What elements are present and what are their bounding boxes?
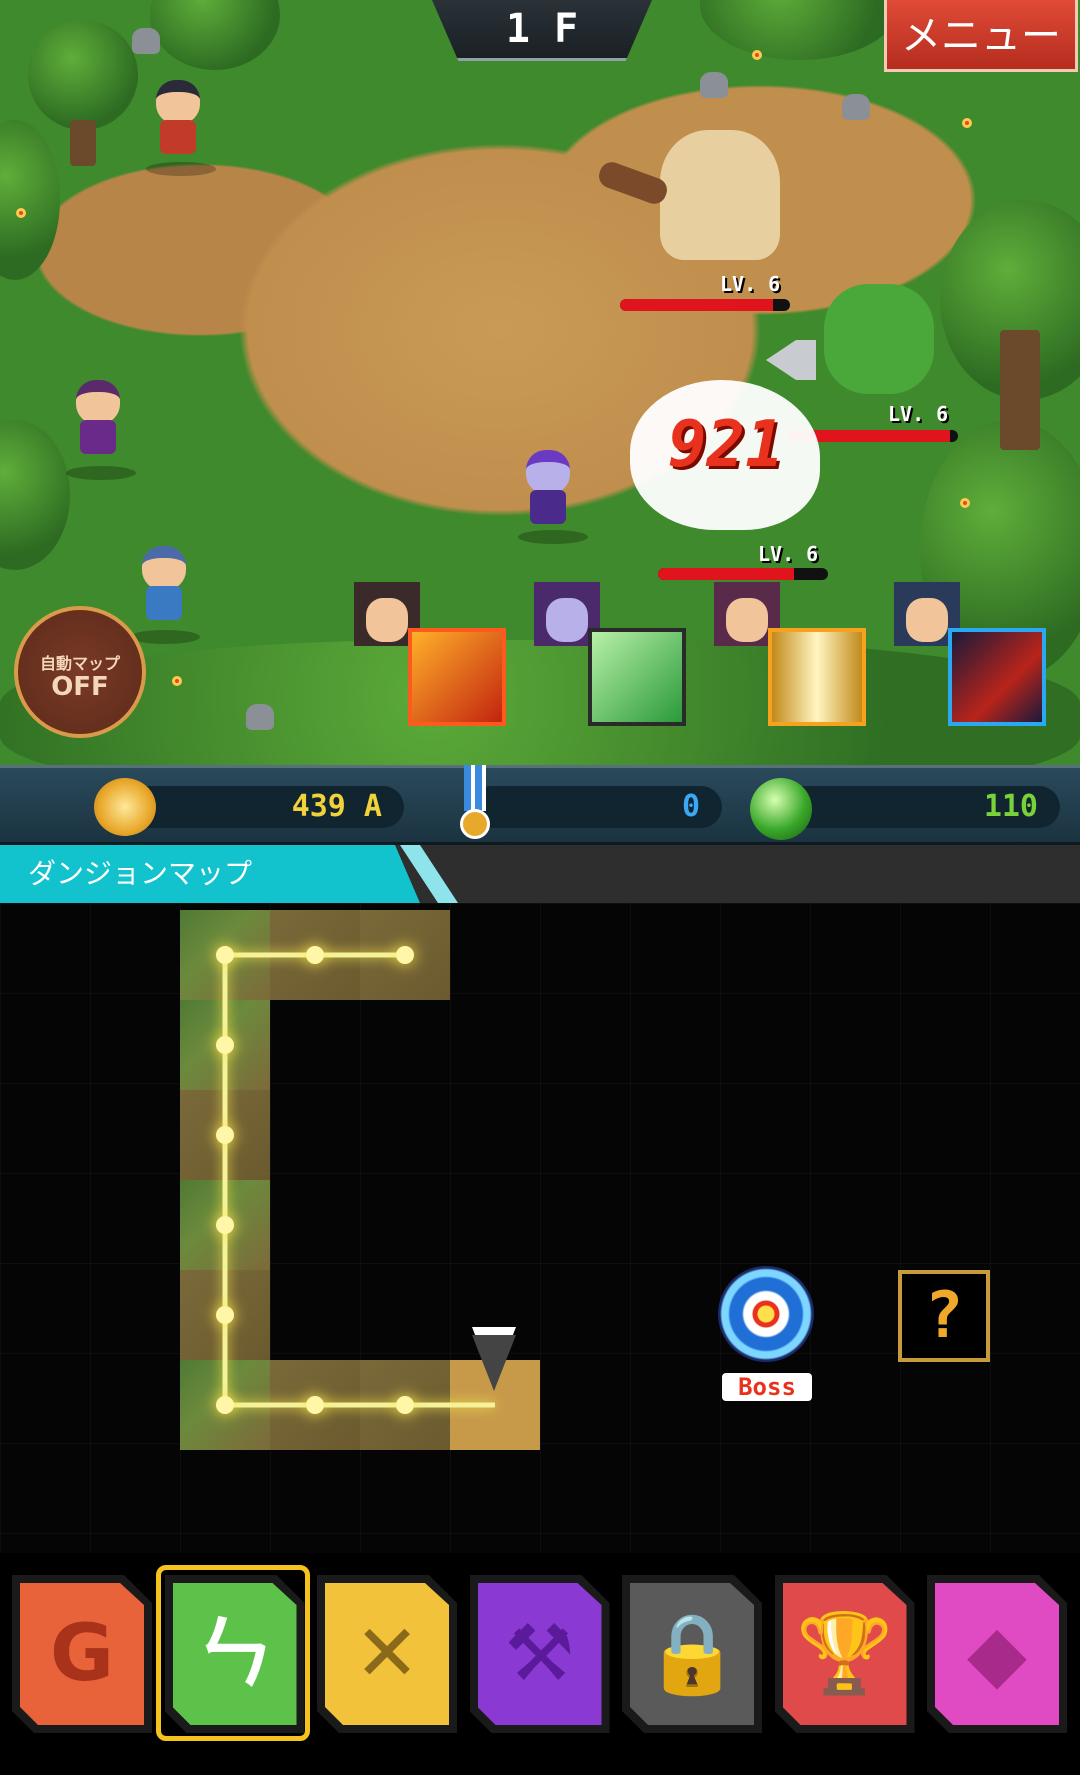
battle-tab[interactable]: ✕: [317, 1575, 457, 1733]
path-line: [222, 955, 495, 1408]
tree: [0, 420, 70, 570]
shop-tab[interactable]: ◆: [927, 1575, 1067, 1733]
diamond-icon: ◆: [967, 1609, 1027, 1699]
path-node: [306, 1396, 324, 1414]
holy-light-skill-icon[interactable]: [768, 628, 866, 726]
gem-value: 110: [983, 789, 1038, 824]
mage-girl-sprite: [520, 450, 576, 526]
enemy-level-label: LV. 6: [720, 272, 781, 296]
path-node: [216, 1126, 234, 1144]
tree-trunk: [70, 120, 96, 166]
path-node: [216, 1216, 234, 1234]
damage-number: 921: [668, 408, 784, 482]
warrior-hero-sprite: [150, 80, 206, 156]
g-coin-icon: G: [49, 1609, 115, 1699]
shadow: [518, 530, 588, 544]
path-node: [216, 1396, 234, 1414]
path-icon: ㄣ: [195, 1609, 274, 1699]
lock-icon: 🔒: [643, 1609, 741, 1699]
enemy-hp-bar: [658, 568, 828, 580]
battle-scene: 1 F メニュー LV. 6 LV. 6 921 LV. 6 自動マップ OFF: [0, 0, 1080, 765]
path-node: [216, 1036, 234, 1054]
auto-map-label: 自動マップ: [39, 654, 120, 673]
auto-map-toggle[interactable]: 自動マップ OFF: [14, 606, 146, 738]
dragon-claw-skill-icon[interactable]: [948, 628, 1046, 726]
bottom-nav: G ㄣ ✕ ⚒ 🔒 🏆 ◆: [0, 1553, 1080, 1775]
medal-slot: 0: [470, 786, 722, 828]
rock: [700, 72, 728, 98]
tree-trunk: [1000, 330, 1040, 450]
floor-indicator: 1 F: [432, 0, 652, 61]
shadow: [130, 630, 200, 644]
gem-slot: 110: [770, 786, 1060, 828]
green-blade-skill-icon[interactable]: [588, 628, 686, 726]
tree: [150, 0, 280, 70]
crossed-swords-icon: ✕: [354, 1609, 420, 1699]
flower: [172, 676, 182, 686]
flower: [962, 118, 972, 128]
cyclops-enemy[interactable]: [660, 130, 780, 260]
gold-tab[interactable]: G: [12, 1575, 152, 1733]
coin-icon: [94, 778, 156, 836]
orc-enemy[interactable]: [824, 284, 934, 394]
flower: [960, 498, 970, 508]
equipment-tab-face: ⚒: [477, 1583, 602, 1725]
player-position-marker: [472, 1335, 516, 1391]
path-node: [216, 1306, 234, 1324]
dungeon-map[interactable]: Boss ?: [0, 903, 1080, 1553]
battle-axe-icon: ⚒: [504, 1609, 575, 1699]
green-gem-icon: [750, 778, 812, 840]
map-tab-face: ㄣ: [172, 1583, 297, 1725]
tree: [28, 20, 138, 130]
rock: [246, 704, 274, 730]
boss-portal-icon[interactable]: [718, 1266, 814, 1362]
ranking-tab-face: 🏆: [782, 1583, 907, 1725]
path-node: [306, 946, 324, 964]
path-node: [396, 1396, 414, 1414]
ranking-tab[interactable]: 🏆: [774, 1575, 915, 1733]
enemy-level-label: LV. 6: [888, 402, 949, 426]
dungeon-map-tab[interactable]: ダンジョンマップ: [0, 845, 420, 903]
tree: [0, 120, 60, 280]
enemy-hp-bar: [620, 299, 790, 311]
medal-value: 0: [681, 789, 700, 824]
medal-icon: [458, 765, 492, 845]
flame-sword-skill-icon[interactable]: [408, 628, 506, 726]
shop-tab-face: ◆: [935, 1583, 1059, 1725]
mystery-box-icon[interactable]: ?: [898, 1270, 990, 1362]
foliage: [0, 640, 1080, 765]
flower: [16, 208, 26, 218]
rock: [842, 94, 870, 120]
club-weapon: [595, 158, 671, 208]
locked-tab[interactable]: 🔒: [622, 1575, 762, 1733]
gold-value: 439 A: [291, 789, 382, 824]
shadow: [66, 466, 136, 480]
shadow: [146, 162, 216, 176]
trophy-icon: 🏆: [795, 1609, 894, 1699]
path-node: [216, 946, 234, 964]
rock: [132, 28, 160, 54]
menu-button[interactable]: メニュー: [884, 0, 1078, 72]
locked-tab-face: 🔒: [630, 1583, 754, 1725]
path-node: [396, 946, 414, 964]
battle-tab-face: ✕: [325, 1583, 449, 1725]
tree: [700, 0, 900, 60]
viking-sprite: [136, 546, 192, 622]
currency-bar: 439 A 0 110: [0, 765, 1080, 845]
enemy-level-label: LV. 6: [758, 542, 819, 566]
axe-weapon: [766, 340, 816, 380]
auto-map-state: OFF: [51, 672, 109, 702]
gold-tab-face: G: [20, 1583, 144, 1725]
priest-sprite: [70, 380, 126, 456]
explored-path: [216, 946, 495, 1414]
map-tab[interactable]: ㄣ: [164, 1575, 305, 1733]
map-header: ダンジョンマップ: [0, 845, 1080, 903]
flower: [752, 50, 762, 60]
equipment-tab[interactable]: ⚒: [469, 1575, 610, 1733]
boss-label: Boss: [722, 1373, 812, 1401]
